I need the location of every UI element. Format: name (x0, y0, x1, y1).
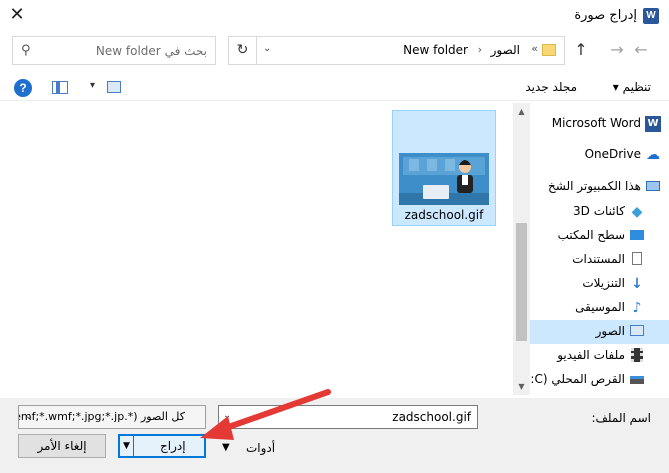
sidebar-item-label: هذا الكمبيوتر الشخ (548, 179, 641, 193)
drive-icon (629, 372, 645, 388)
up-arrow-icon[interactable]: ↑ (571, 40, 591, 60)
annotation-arrow (200, 389, 331, 440)
file-thumbnail (399, 153, 489, 205)
sidebar-item-label: Microsoft Word (551, 116, 641, 130)
sidebar-item-label: المستندات (572, 252, 625, 266)
sidebar-item-local-disk[interactable]: القرص المحلي (C: (530, 368, 669, 392)
new-folder-button[interactable]: مجلد جديد (525, 80, 577, 94)
search-placeholder: بحث في New folder (95, 44, 207, 58)
insert-dropdown-icon[interactable]: ▼ (120, 436, 134, 456)
sidebar-item-label: التنزيلات (582, 276, 625, 290)
navigation-pane: W Microsoft Word ☁ OneDrive هذا الكمبيوت… (530, 103, 669, 395)
sidebar-item-3d-objects[interactable]: ◆ كائنات 3D (530, 200, 669, 224)
scroll-up-icon[interactable]: ▲ (513, 103, 530, 120)
sidebar-item-word[interactable]: W Microsoft Word (530, 112, 669, 136)
address-bar[interactable]: « الصور › New folder ⌄ ↻ (228, 36, 565, 65)
sidebar-item-label: كائنات 3D (573, 204, 625, 218)
scroll-down-icon[interactable]: ▼ (513, 378, 530, 395)
breadcrumb-separator[interactable]: › (478, 43, 482, 56)
close-icon[interactable]: ✕ (6, 4, 28, 26)
breadcrumb-item-new-folder[interactable]: New folder (403, 43, 468, 57)
download-icon: ↓ (631, 276, 643, 292)
video-icon (629, 348, 645, 364)
cloud-icon: ☁ (646, 147, 660, 163)
folder-icon (542, 44, 556, 56)
chevron-down-icon[interactable]: ⌄ (263, 43, 271, 54)
sidebar-item-downloads[interactable]: ↓ التنزيلات (530, 272, 669, 296)
view-icon[interactable] (107, 81, 121, 93)
sidebar-item-desktop[interactable]: سطح المكتب (530, 224, 669, 248)
sidebar-item-label: OneDrive (584, 147, 641, 161)
filename-label: اسم الملف: (591, 411, 651, 425)
back-arrow-icon[interactable]: ← (631, 40, 651, 60)
view-options-dropdown[interactable]: ▾ (90, 80, 95, 91)
cube-icon: ◆ (631, 204, 643, 220)
help-icon[interactable]: ? (14, 79, 32, 97)
sidebar-item-label: ملفات الفيديو (557, 348, 625, 362)
word-icon: W (643, 8, 659, 24)
sidebar-item-pictures[interactable]: الصور (530, 320, 669, 344)
filetype-select[interactable]: كل الصور (*.emf;*.wmf;*.jpg;*.jp ⌄ (18, 405, 206, 429)
sidebar-item-music[interactable]: ♪ الموسيقى (530, 296, 669, 320)
breadcrumb-overflow[interactable]: « (531, 42, 538, 55)
file-name: zadschool.gif (404, 208, 484, 222)
music-icon: ♪ (632, 300, 642, 316)
scrollbar[interactable]: ▲ ▼ (513, 103, 530, 395)
sidebar-item-this-pc[interactable]: هذا الكمبيوتر الشخ (530, 175, 669, 199)
forward-arrow-icon[interactable]: → (607, 40, 627, 60)
sidebar-item-label: الصور (595, 324, 625, 338)
sidebar-item-label: الموسيقى (575, 300, 625, 314)
filename-value: zadschool.gif (392, 410, 471, 424)
file-tile[interactable]: zadschool.gif (392, 110, 496, 226)
cancel-button[interactable]: إلغاء الأمر (18, 434, 106, 458)
word-icon: W (645, 116, 661, 132)
search-icon: ⚲ (21, 43, 31, 58)
search-input[interactable]: ⚲ بحث في New folder (12, 36, 216, 65)
sidebar-item-onedrive[interactable]: ☁ OneDrive (530, 143, 669, 167)
breadcrumb-item-pictures[interactable]: الصور (491, 43, 520, 57)
filetype-value: كل الصور (*.emf;*.wmf;*.jpg;*.jp (18, 410, 185, 423)
chevron-down-icon[interactable]: ⌄ (25, 411, 33, 422)
picture-icon (629, 324, 645, 340)
computer-icon (645, 179, 661, 195)
desktop-icon (629, 228, 645, 244)
sidebar-item-videos[interactable]: ملفات الفيديو (530, 344, 669, 368)
sidebar-item-documents[interactable]: المستندات (530, 248, 669, 272)
sidebar-item-label: سطح المكتب (557, 228, 625, 242)
document-icon (629, 252, 645, 268)
preview-pane-icon[interactable] (52, 81, 68, 94)
command-bar: تنظيم ▾ مجلد جديد ? ▾ (0, 75, 669, 101)
organize-button[interactable]: تنظيم ▾ (613, 80, 651, 94)
sidebar-item-label: القرص المحلي (C: (530, 372, 625, 386)
window-title: إدراج صورة (574, 8, 637, 23)
insert-label: إدراج (160, 439, 186, 453)
refresh-icon[interactable]: ↻ (229, 37, 257, 64)
title-bar: W إدراج صورة ✕ (0, 0, 669, 32)
scroll-thumb[interactable] (516, 223, 527, 341)
